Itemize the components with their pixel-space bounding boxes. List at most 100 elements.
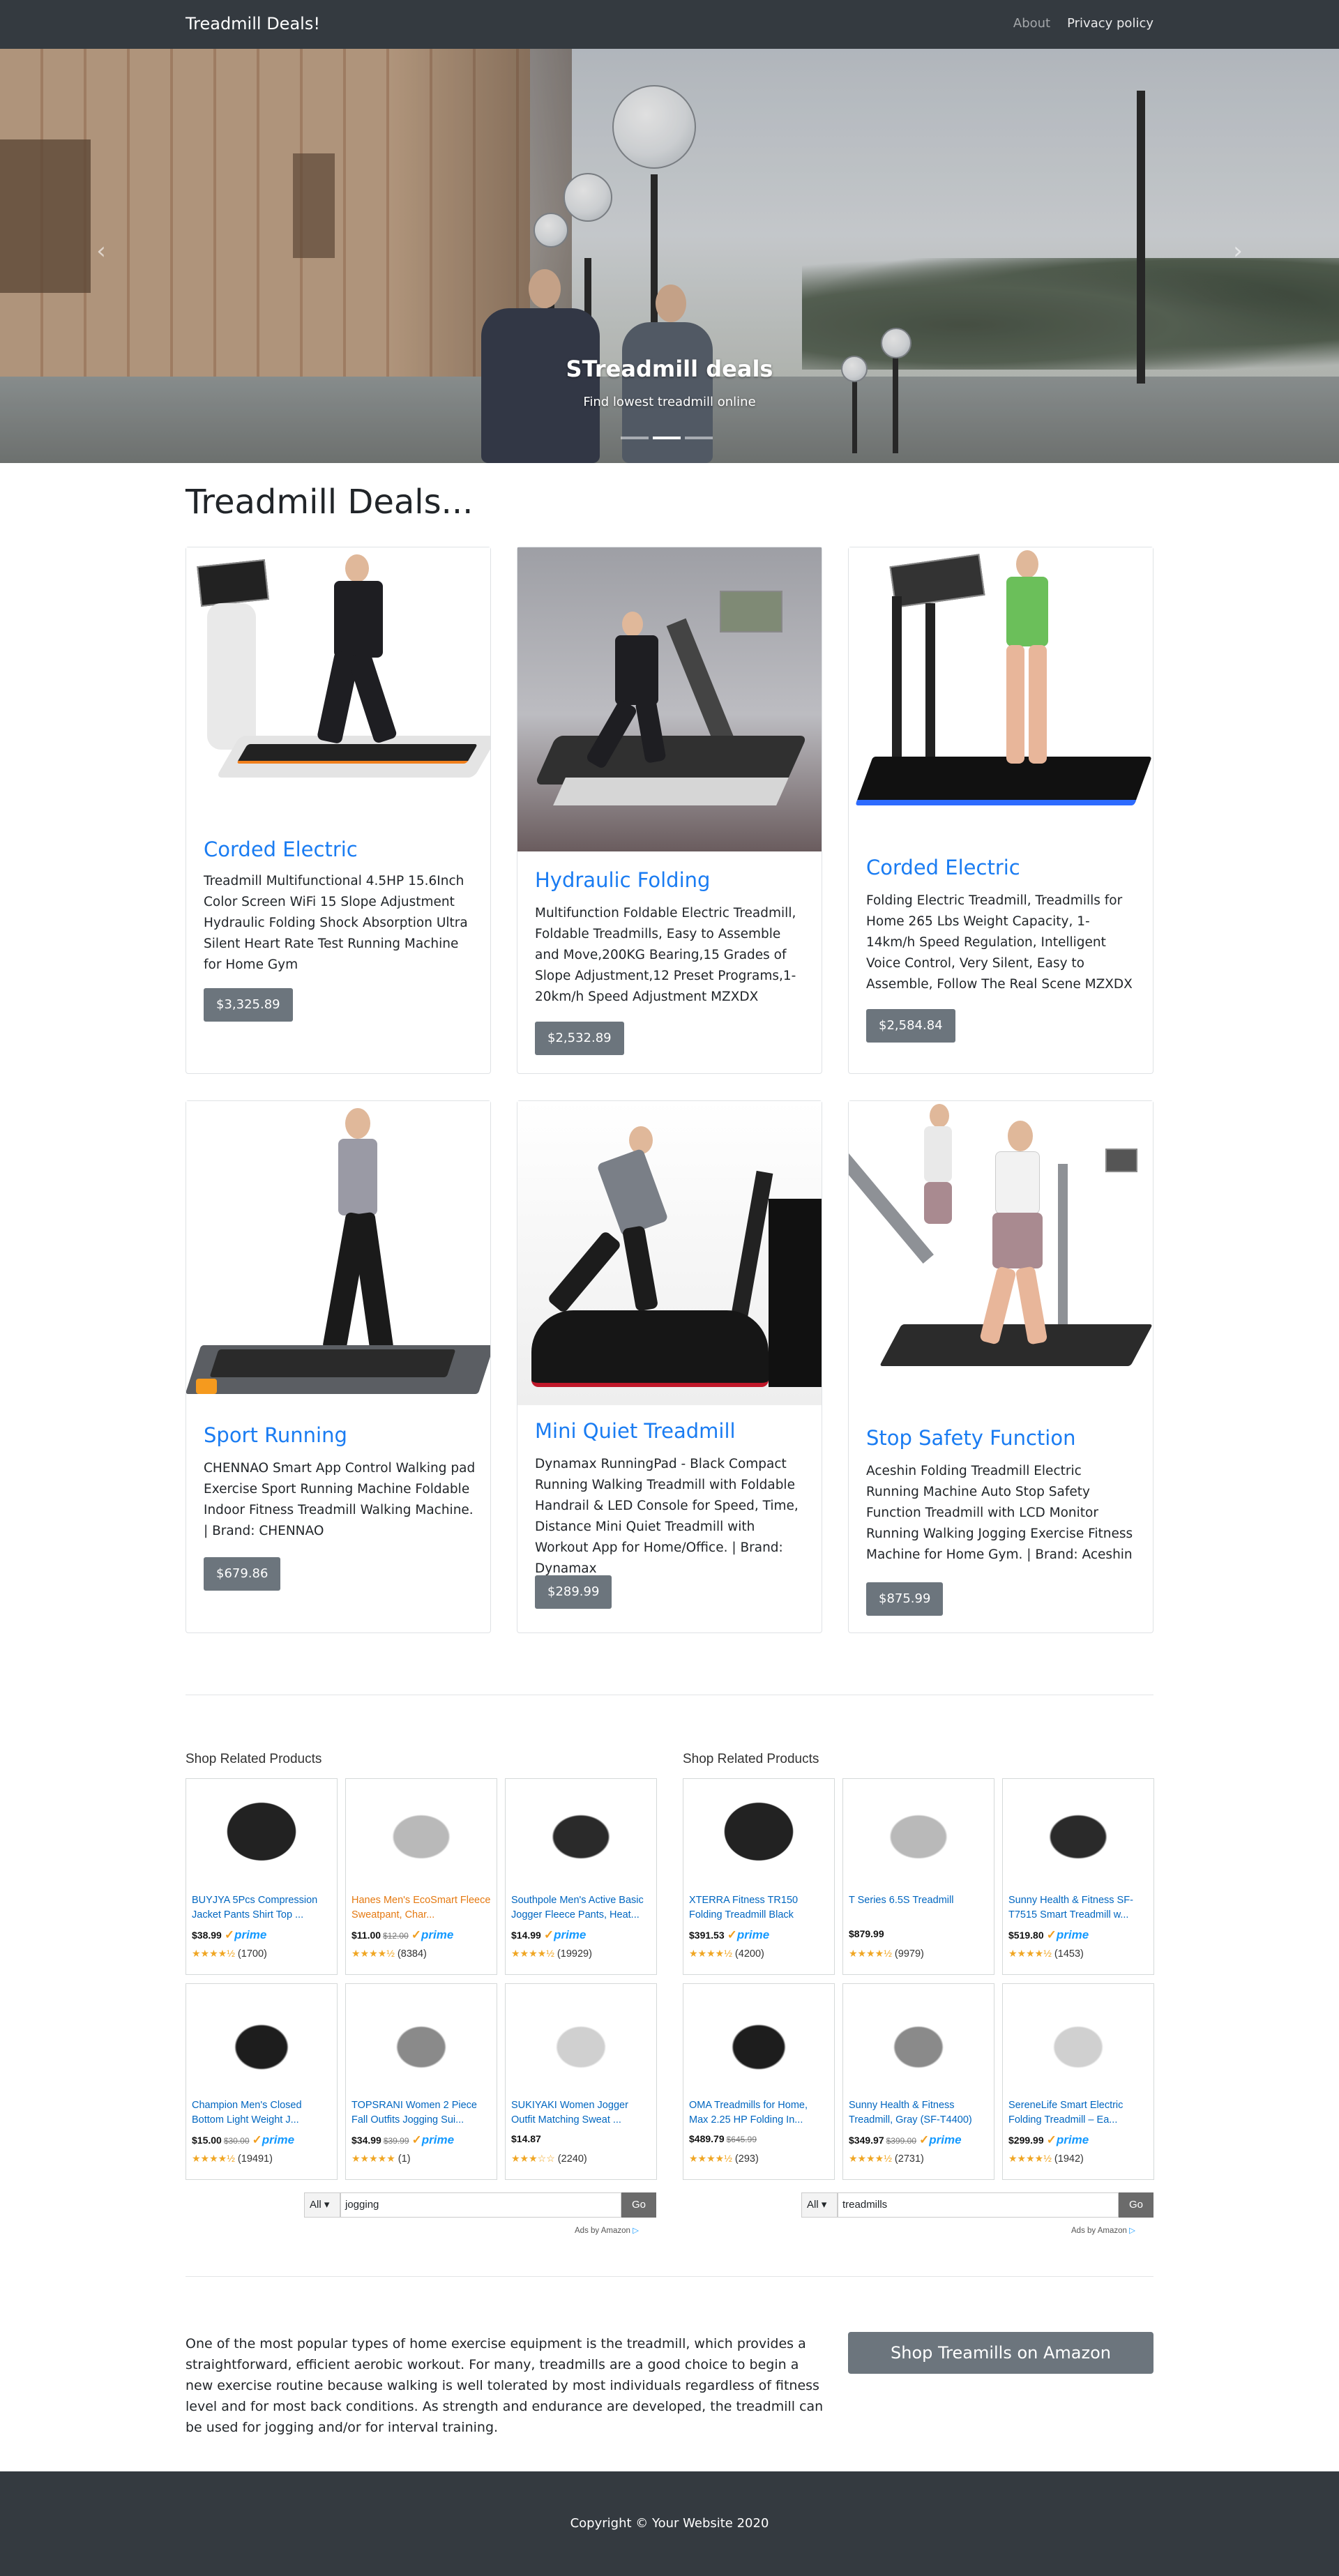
product-image[interactable] bbox=[186, 1101, 490, 1408]
chevron-right-icon[interactable]: › bbox=[1227, 237, 1248, 265]
ads-by-amazon[interactable]: Ads by Amazon ▷ bbox=[1071, 2225, 1135, 2235]
amazon-product-name[interactable]: Champion Men's Closed Bottom Light Weigh… bbox=[192, 2098, 331, 2128]
amazon-product-image[interactable] bbox=[1010, 1785, 1147, 1889]
carousel-indicator-2[interactable] bbox=[653, 437, 681, 439]
price-button[interactable]: $679.86 bbox=[204, 1557, 281, 1591]
category-select[interactable]: All ▾ bbox=[801, 2192, 838, 2218]
amazon-product-rating[interactable]: ★★★★½ (1453) bbox=[1008, 1948, 1084, 1960]
amazon-product-image[interactable] bbox=[193, 1990, 330, 2094]
amazon-product-rating[interactable]: ★★★★★ (1) bbox=[351, 2153, 411, 2165]
price-button[interactable]: $875.99 bbox=[866, 1582, 944, 1616]
amazon-product-image[interactable] bbox=[1010, 1990, 1147, 2094]
amazon-product-rating[interactable]: ★★★★½ (9979) bbox=[849, 1948, 924, 1960]
amazon-product-card[interactable]: TOPSRANI Women 2 Piece Fall Outfits Jogg… bbox=[345, 1983, 497, 2180]
product-title[interactable]: Hydraulic Folding bbox=[535, 868, 710, 892]
price-button[interactable]: $2,532.89 bbox=[535, 1022, 624, 1055]
amazon-product-rating[interactable]: ★★★★½ (8384) bbox=[351, 1948, 427, 1960]
product-image[interactable] bbox=[849, 547, 1153, 826]
amazon-product-card[interactable]: OMA Treadmills for Home, Max 2.25 HP Fol… bbox=[683, 1983, 835, 2180]
amazon-product-card[interactable]: Sunny Health & Fitness SF-T7515 Smart Tr… bbox=[1002, 1778, 1154, 1975]
product-image[interactable] bbox=[849, 1101, 1153, 1408]
carousel-indicator-3[interactable] bbox=[685, 437, 713, 439]
amazon-product-rating[interactable]: ★★★★½ (19929) bbox=[511, 1948, 592, 1960]
star-rating-icon: ★★★★½ bbox=[351, 1948, 395, 1959]
amazon-product-card[interactable]: SereneLife Smart Electric Folding Treadm… bbox=[1002, 1983, 1154, 2180]
amazon-product-price: $38.99 ✓prime bbox=[192, 1928, 266, 1942]
amazon-product-card[interactable]: SUKIYAKI Women Jogger Outfit Matching Sw… bbox=[505, 1983, 657, 2180]
amazon-product-image[interactable] bbox=[513, 1990, 649, 2094]
product-title[interactable]: Sport Running bbox=[204, 1423, 347, 1447]
amazon-product-name[interactable]: T Series 6.5S Treadmill bbox=[849, 1893, 988, 1923]
shop-amazon-button[interactable]: Shop Treamills on Amazon bbox=[848, 2332, 1153, 2374]
amazon-product-card[interactable]: Hanes Men's EcoSmart Fleece Sweatpant, C… bbox=[345, 1778, 497, 1975]
walker-shorts bbox=[992, 1213, 1043, 1268]
product-title[interactable]: Corded Electric bbox=[204, 838, 358, 861]
nav-link-privacy-policy[interactable]: Privacy policy bbox=[1067, 16, 1153, 31]
amazon-product-rating[interactable]: ★★★☆☆ (2240) bbox=[511, 2153, 587, 2165]
amazon-product-name[interactable]: BUYJYA 5Pcs Compression Jacket Pants Shi… bbox=[192, 1893, 331, 1923]
amazon-product-rating[interactable]: ★★★★½ (2731) bbox=[849, 2153, 924, 2165]
amazon-product-name[interactable]: Southpole Men's Active Basic Jogger Flee… bbox=[511, 1893, 651, 1923]
go-button[interactable]: Go bbox=[1119, 2192, 1153, 2218]
category-select-value: All bbox=[310, 2199, 321, 2211]
amazon-product-card[interactable]: BUYJYA 5Pcs Compression Jacket Pants Shi… bbox=[186, 1778, 338, 1975]
tm-post bbox=[666, 618, 739, 756]
product-title[interactable]: Stop Safety Function bbox=[866, 1426, 1075, 1450]
chevron-left-icon[interactable]: ‹ bbox=[91, 237, 112, 265]
brand-logo[interactable]: Treadmill Deals! bbox=[186, 14, 320, 33]
category-select[interactable]: All ▾ bbox=[304, 2192, 340, 2218]
product-image[interactable] bbox=[517, 547, 822, 851]
price-value: $489.79 bbox=[689, 2133, 725, 2144]
price-button[interactable]: $289.99 bbox=[535, 1575, 612, 1609]
amazon-product-name[interactable]: SUKIYAKI Women Jogger Outfit Matching Sw… bbox=[511, 2098, 651, 2128]
amazon-product-rating[interactable]: ★★★★½ (1942) bbox=[1008, 2153, 1084, 2165]
product-title[interactable]: Corded Electric bbox=[866, 856, 1020, 879]
price-value: $34.99 bbox=[351, 2135, 381, 2146]
amazon-product-rating[interactable]: ★★★★½ (4200) bbox=[689, 1948, 764, 1960]
amazon-product-name[interactable]: OMA Treadmills for Home, Max 2.25 HP Fol… bbox=[689, 2098, 829, 2128]
amazon-product-name[interactable]: TOPSRANI Women 2 Piece Fall Outfits Jogg… bbox=[351, 2098, 491, 2128]
search-input[interactable]: jogging bbox=[340, 2192, 621, 2218]
go-button[interactable]: Go bbox=[621, 2192, 656, 2218]
amazon-product-image[interactable] bbox=[690, 1785, 827, 1889]
amazon-product-rating[interactable]: ★★★★½ (19491) bbox=[192, 2153, 273, 2165]
price-button[interactable]: $2,584.84 bbox=[866, 1009, 955, 1043]
amazon-product-name[interactable]: XTERRA Fitness TR150 Folding Treadmill B… bbox=[689, 1893, 829, 1923]
amazon-product-image[interactable] bbox=[353, 1785, 490, 1889]
amazon-product-image[interactable] bbox=[513, 1785, 649, 1889]
amazon-product-name[interactable]: Sunny Health & Fitness SF-T7515 Smart Tr… bbox=[1008, 1893, 1148, 1923]
amazon-product-price: $519.80 ✓prime bbox=[1008, 1928, 1089, 1942]
ads-by-amazon[interactable]: Ads by Amazon ▷ bbox=[575, 2225, 639, 2235]
amazon-product-image[interactable] bbox=[690, 1990, 827, 2094]
price-button[interactable]: $3,325.89 bbox=[204, 988, 293, 1022]
carousel-indicator-1[interactable] bbox=[621, 437, 649, 439]
amazon-product-image[interactable] bbox=[353, 1990, 490, 2094]
amazon-product-card[interactable]: T Series 6.5S Treadmill $879.99 ★★★★½ (997… bbox=[842, 1778, 994, 1975]
review-count: (19491) bbox=[237, 2153, 273, 2165]
amazon-product-price: $11.00 $12.00 ✓prime bbox=[351, 1928, 453, 1942]
amazon-product-image[interactable] bbox=[850, 1990, 987, 2094]
amazon-product-card[interactable]: Sunny Health & Fitness Treadmill, Gray (… bbox=[842, 1983, 994, 2180]
amazon-product-name[interactable]: Hanes Men's EcoSmart Fleece Sweatpant, C… bbox=[351, 1893, 491, 1923]
amazon-product-card[interactable]: Southpole Men's Active Basic Jogger Flee… bbox=[505, 1778, 657, 1975]
product-card: Hydraulic Folding Multifunction Foldable… bbox=[517, 547, 822, 1074]
prime-badge-icon: ✓prime bbox=[411, 2133, 455, 2146]
product-title[interactable]: Mini Quiet Treadmill bbox=[535, 1419, 736, 1443]
amazon-product-rating[interactable]: ★★★★½ (293) bbox=[689, 2153, 759, 2165]
amazon-product-card[interactable]: XTERRA Fitness TR150 Folding Treadmill B… bbox=[683, 1778, 835, 1975]
amazon-product-image[interactable] bbox=[850, 1785, 987, 1889]
product-image[interactable] bbox=[517, 1101, 822, 1405]
product-image[interactable] bbox=[186, 547, 490, 832]
about-text: One of the most popular types of home ex… bbox=[186, 2336, 824, 2435]
amazon-product-image[interactable] bbox=[193, 1785, 330, 1889]
review-count: (4200) bbox=[734, 1948, 764, 1960]
amazon-product-name[interactable]: SereneLife Smart Electric Folding Treadm… bbox=[1008, 2098, 1148, 2128]
amazon-product-name[interactable]: Sunny Health & Fitness Treadmill, Gray (… bbox=[849, 2098, 988, 2128]
nav-link-about[interactable]: About bbox=[1013, 16, 1050, 31]
product-description: Dynamax RunningPad - Black Compact Runni… bbox=[535, 1457, 799, 1576]
amazon-product-card[interactable]: Champion Men's Closed Bottom Light Weigh… bbox=[186, 1983, 338, 2180]
search-input[interactable]: treadmills bbox=[838, 2192, 1119, 2218]
amazon-product-rating[interactable]: ★★★★½ (1700) bbox=[192, 1948, 267, 1960]
star-rating-icon: ★★★★½ bbox=[849, 2153, 892, 2164]
adchoices-icon: ▷ bbox=[1129, 2227, 1135, 2235]
